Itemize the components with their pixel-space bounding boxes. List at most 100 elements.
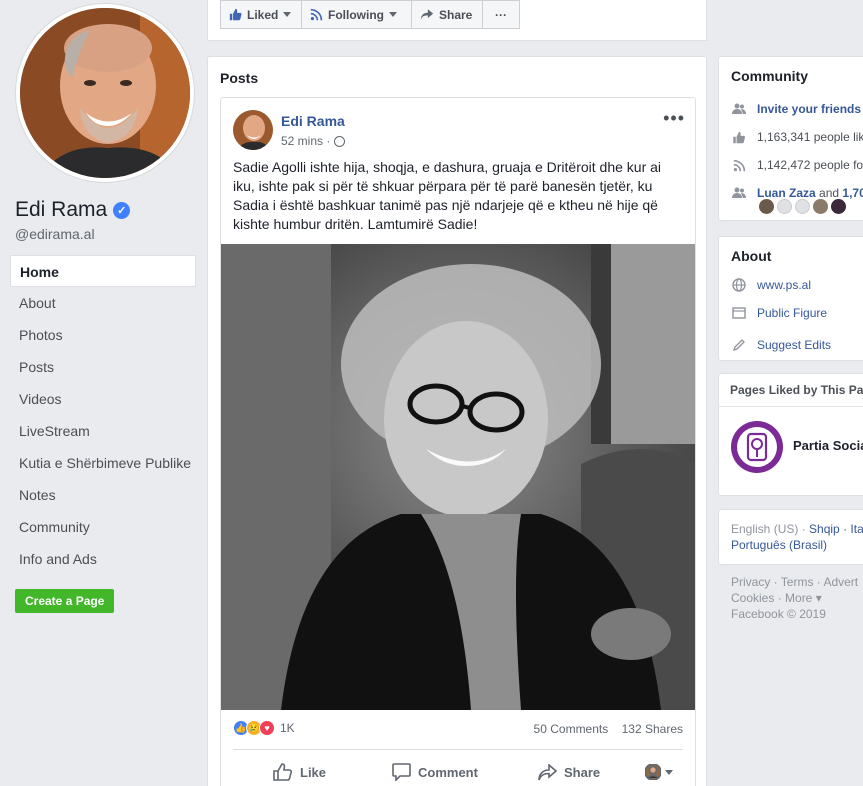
website-link[interactable]: www.ps.al bbox=[757, 278, 811, 292]
verified-badge-icon: ✓ bbox=[113, 201, 131, 219]
post-author-name[interactable]: Edi Rama bbox=[281, 113, 345, 129]
page-username[interactable]: @edirama.al bbox=[15, 226, 95, 242]
post-counts: 50 Comments 132 Shares bbox=[534, 722, 683, 736]
page-name-text[interactable]: Edi Rama bbox=[15, 198, 107, 222]
post-as-selector[interactable] bbox=[645, 758, 673, 786]
liked-label: Liked bbox=[247, 7, 279, 22]
invite-friends-row[interactable]: Invite your friends bbox=[731, 101, 861, 117]
nav-item-notes[interactable]: Notes bbox=[10, 479, 196, 511]
people-icon bbox=[731, 185, 747, 201]
category-row[interactable]: Public Figure bbox=[731, 305, 827, 321]
post-options-button[interactable]: ••• bbox=[663, 108, 685, 129]
create-page-button[interactable]: Create a Page bbox=[15, 589, 115, 613]
share-post-button[interactable]: Share bbox=[538, 758, 600, 786]
post-photo[interactable] bbox=[221, 244, 695, 710]
page-action-bar: Liked Following Share ··· bbox=[207, 0, 707, 41]
nav-item-videos[interactable]: Videos bbox=[10, 383, 196, 415]
share-page-button[interactable]: Share bbox=[411, 0, 483, 29]
comment-bubble-icon bbox=[392, 763, 411, 781]
thumbs-up-icon bbox=[229, 8, 242, 21]
language-portuguese-link[interactable]: Português (Brasil) bbox=[731, 538, 827, 552]
like-label: Like bbox=[300, 764, 327, 780]
friend-avatars bbox=[759, 199, 846, 214]
shares-count-link[interactable]: 132 Shares bbox=[622, 722, 683, 736]
footer-links-1[interactable]: Privacy · Terms · Advert bbox=[731, 575, 858, 589]
nav-item-info-ads[interactable]: Info and Ads bbox=[10, 543, 196, 575]
globe-icon bbox=[334, 135, 346, 147]
community-heading[interactable]: Community bbox=[719, 57, 863, 84]
post-timestamp[interactable]: 52 mins · bbox=[281, 134, 346, 148]
friend-and-text: and bbox=[815, 186, 843, 200]
friend-avatar[interactable] bbox=[759, 199, 774, 214]
like-button[interactable]: Like bbox=[273, 758, 326, 786]
friend-avatar[interactable] bbox=[777, 199, 792, 214]
comments-count-link[interactable]: 50 Comments bbox=[534, 722, 609, 736]
page-title[interactable]: Edi Rama ✓ bbox=[15, 198, 131, 222]
pages-liked-heading[interactable]: Pages Liked by This Pa bbox=[719, 374, 863, 407]
following-button[interactable]: Following bbox=[301, 0, 412, 29]
language-italian-link[interactable]: · Ita bbox=[840, 522, 863, 536]
friend-avatar[interactable] bbox=[813, 199, 828, 214]
friend-avatar[interactable] bbox=[831, 199, 846, 214]
rss-icon bbox=[310, 8, 323, 21]
reaction-count[interactable]: 1K bbox=[280, 721, 295, 735]
website-row[interactable]: www.ps.al bbox=[731, 277, 811, 293]
nav-item-about[interactable]: About bbox=[10, 287, 196, 319]
post-as-avatar-icon bbox=[645, 764, 661, 780]
reactions-summary[interactable]: 👍 😢 ♥ 1K bbox=[233, 720, 295, 736]
suggest-edits-link[interactable]: Suggest Edits bbox=[757, 338, 831, 352]
share-page-label: Share bbox=[439, 7, 473, 22]
nav-item-home[interactable]: Home bbox=[10, 255, 196, 287]
likes-row: 1,163,341 people lik bbox=[731, 129, 863, 145]
left-nav: Home About Photos Posts Videos LiveStrea… bbox=[10, 255, 196, 575]
nav-item-photos[interactable]: Photos bbox=[10, 319, 196, 351]
chevron-down-icon bbox=[283, 12, 292, 17]
about-card: About www.ps.al Public Figure Suggest Ed… bbox=[718, 236, 863, 361]
profile-picture[interactable] bbox=[16, 4, 194, 182]
liked-page-name[interactable]: Partia Socia bbox=[793, 438, 863, 453]
more-options-button[interactable]: ··· bbox=[482, 0, 520, 29]
invite-friends-link[interactable]: Invite your friends bbox=[757, 102, 861, 116]
more-dots-icon: ··· bbox=[495, 7, 507, 22]
liked-button[interactable]: Liked bbox=[220, 0, 302, 29]
thumbs-up-icon bbox=[731, 129, 747, 145]
about-heading[interactable]: About bbox=[719, 237, 863, 264]
following-label: Following bbox=[328, 7, 384, 22]
nav-item-community[interactable]: Community bbox=[10, 511, 196, 543]
post-author-avatar[interactable] bbox=[233, 110, 273, 150]
footer-copyright: Facebook © 2019 bbox=[731, 607, 826, 621]
page-flag-icon bbox=[731, 305, 747, 321]
nav-item-public-services[interactable]: Kutia e Shërbimeve Publike bbox=[10, 447, 196, 479]
language-separator: · bbox=[798, 522, 810, 536]
comment-label: Comment bbox=[418, 764, 478, 780]
footer-links-2[interactable]: Cookies · More ▾ bbox=[731, 591, 822, 605]
nav-item-posts[interactable]: Posts bbox=[10, 351, 196, 383]
share-post-label: Share bbox=[564, 764, 601, 780]
friend-avatar[interactable] bbox=[795, 199, 810, 214]
language-shqip-link[interactable]: Shqip bbox=[809, 522, 840, 536]
pencil-icon bbox=[731, 337, 747, 353]
friend-name-link[interactable]: Luan Zaza bbox=[757, 186, 816, 200]
post-time-text[interactable]: 52 mins · bbox=[281, 134, 330, 148]
category-link[interactable]: Public Figure bbox=[757, 306, 827, 320]
profile-photo-image bbox=[20, 8, 190, 178]
suggest-edits-row[interactable]: Suggest Edits bbox=[731, 337, 831, 353]
languages-line-1: English (US) · Shqip · Ita bbox=[731, 522, 863, 536]
love-reaction-icon: ♥ bbox=[259, 720, 275, 736]
pages-liked-card: Pages Liked by This Pa Partia Socia bbox=[718, 373, 863, 496]
follows-count-text: 1,142,472 people fo bbox=[757, 158, 863, 172]
comment-button[interactable]: Comment bbox=[392, 758, 478, 786]
languages-card: English (US) · Shqip · Ita Português (Br… bbox=[718, 509, 863, 565]
people-icon bbox=[731, 101, 747, 117]
chevron-down-icon bbox=[665, 769, 673, 775]
party-logo-icon[interactable] bbox=[731, 421, 783, 473]
chevron-down-icon bbox=[389, 12, 397, 17]
nav-item-livestream[interactable]: LiveStream bbox=[10, 415, 196, 447]
share-arrow-icon bbox=[420, 9, 434, 20]
rss-icon bbox=[731, 157, 747, 173]
share-arrow-outline-icon bbox=[538, 763, 557, 780]
party-rose-icon bbox=[746, 432, 768, 462]
language-current: English (US) bbox=[731, 522, 799, 536]
friend-count-link[interactable]: 1,70 bbox=[842, 186, 863, 200]
post-card: Edi Rama 52 mins · ••• Sadie Agolli isht… bbox=[220, 97, 696, 786]
